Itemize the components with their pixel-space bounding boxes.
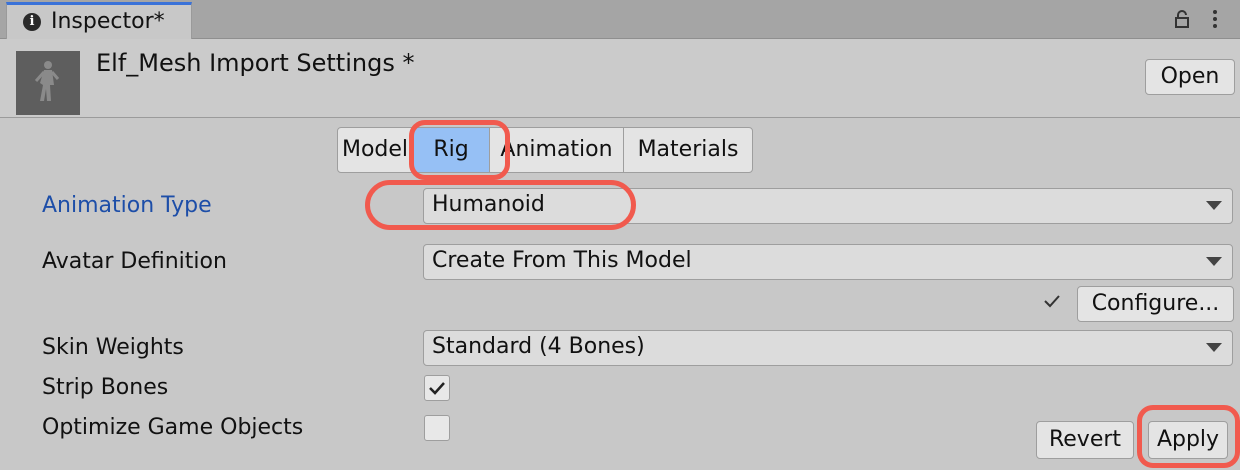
- strip-bones-label: Strip Bones: [42, 375, 169, 400]
- info-icon: i: [23, 13, 41, 31]
- open-button[interactable]: Open: [1145, 59, 1235, 95]
- skin-weights-value: Standard (4 Bones): [432, 334, 645, 359]
- rig-tab-highlight: [409, 120, 510, 180]
- checkbox-check-icon: [429, 382, 445, 395]
- tab-materials[interactable]: Materials: [623, 127, 753, 173]
- import-settings-title: Elf_Mesh Import Settings *: [96, 49, 415, 77]
- avatar-definition-value: Create From This Model: [432, 248, 692, 273]
- strip-bones-checkbox[interactable]: [424, 375, 450, 401]
- skin-weights-dropdown[interactable]: Standard (4 Bones): [423, 330, 1233, 366]
- character-model-thumbnail: [16, 51, 80, 115]
- configure-button[interactable]: Configure...: [1077, 286, 1234, 322]
- animation-type-label: Animation Type: [42, 193, 212, 218]
- revert-button[interactable]: Revert: [1036, 421, 1134, 459]
- optimize-game-objects-checkbox[interactable]: [424, 415, 450, 441]
- skin-weights-label: Skin Weights: [42, 335, 184, 360]
- checkmark-icon: [1044, 295, 1060, 308]
- avatar-definition-dropdown[interactable]: Create From This Model: [423, 244, 1233, 280]
- dropdown-arrow-icon: [1206, 201, 1222, 210]
- inspector-tab-title: Inspector*: [51, 9, 165, 34]
- window-tab-bar: i Inspector*: [0, 0, 1240, 39]
- tab-model[interactable]: Model: [337, 127, 413, 173]
- kebab-menu-icon[interactable]: [1208, 8, 1222, 30]
- inspector-tab[interactable]: i Inspector*: [6, 2, 192, 39]
- optimize-game-objects-label: Optimize Game Objects: [42, 415, 304, 440]
- avatar-definition-label: Avatar Definition: [42, 249, 227, 274]
- dropdown-arrow-icon: [1206, 343, 1222, 352]
- lock-icon[interactable]: [1173, 10, 1191, 28]
- apply-button-highlight: [1137, 405, 1240, 468]
- dropdown-arrow-icon: [1206, 257, 1222, 266]
- import-settings-header: Elf_Mesh Import Settings * Open: [0, 39, 1240, 118]
- animation-type-highlight: [365, 180, 636, 230]
